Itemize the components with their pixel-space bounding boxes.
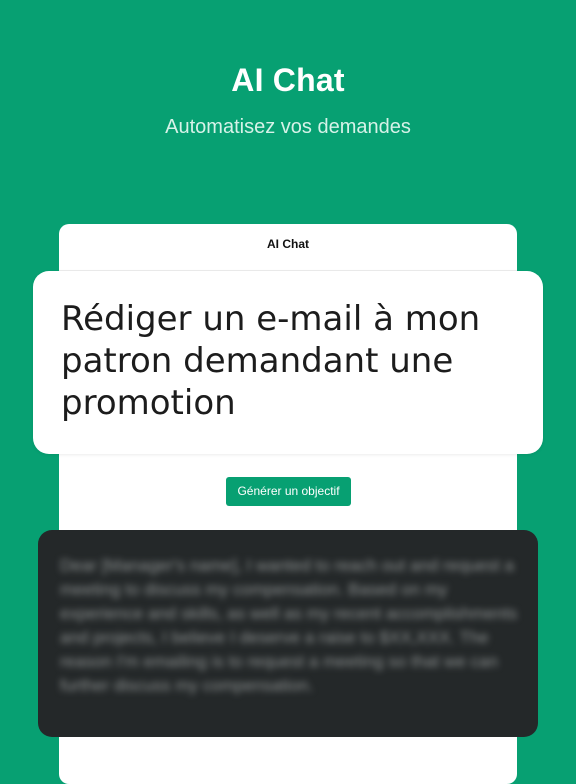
generate-button[interactable]: Générer un objectif <box>226 477 351 506</box>
hero-subtitle: Automatisez vos demandes <box>165 116 411 138</box>
app-header-title: AI Chat <box>59 224 517 271</box>
hero-title: AI Chat <box>231 62 345 98</box>
prompt-text: Rédiger un e-mail à mon patron demandant… <box>61 299 481 423</box>
response-card: Dear [Manager's name], I wanted to reach… <box>38 530 538 737</box>
response-text: Dear [Manager's name], I wanted to reach… <box>60 556 518 695</box>
prompt-card[interactable]: Rédiger un e-mail à mon patron demandant… <box>33 271 543 454</box>
